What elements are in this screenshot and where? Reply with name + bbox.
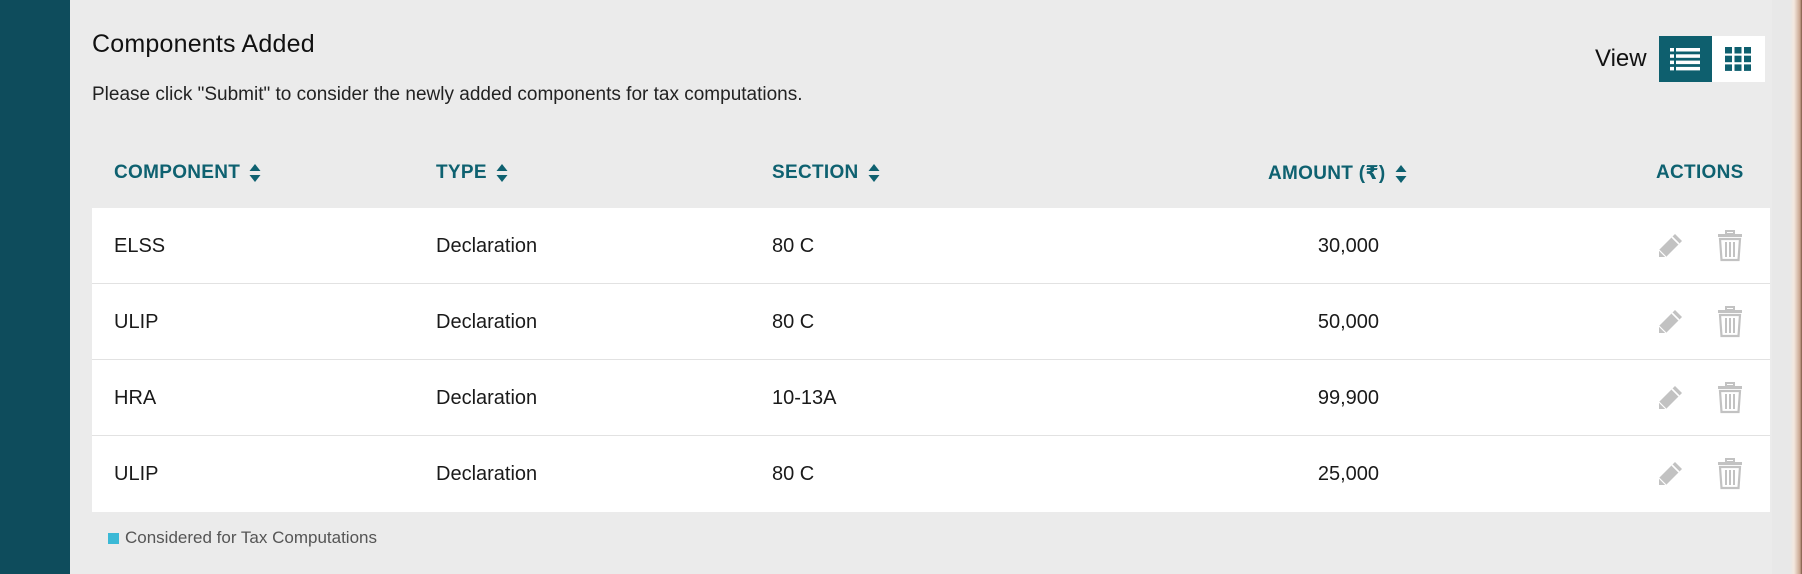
table-row: ELSS Declaration 80 C 30,000 — [92, 208, 1770, 284]
trash-icon — [1718, 458, 1742, 490]
grid-view-button[interactable] — [1711, 36, 1765, 82]
cell-type: Declaration — [436, 387, 538, 409]
trash-icon — [1718, 306, 1742, 338]
sort-icon — [1395, 164, 1407, 183]
cell-type: Declaration — [436, 235, 538, 257]
edit-button[interactable] — [1652, 454, 1688, 494]
cell-amount: 99,900 — [1317, 387, 1379, 409]
cell-amount: 30,000 — [1317, 235, 1379, 257]
table-row: ULIP Declaration 80 C 25,000 — [92, 436, 1770, 512]
cell-component: ELSS — [114, 235, 166, 257]
sort-icon — [868, 164, 880, 182]
column-header-label: ACTIONS — [1656, 162, 1744, 183]
column-header-amount[interactable]: AMOUNT (₹) — [1268, 162, 1407, 185]
column-header-section[interactable]: SECTION — [772, 162, 880, 184]
edit-button[interactable] — [1652, 226, 1688, 266]
column-header-label: COMPONENT — [114, 162, 241, 183]
view-toggle: View — [1595, 36, 1765, 82]
cell-section: 10-13A — [772, 387, 837, 409]
column-header-actions: ACTIONS — [1656, 162, 1744, 184]
column-header-component[interactable]: COMPONENT — [114, 162, 261, 184]
legend: Considered for Tax Computations — [108, 528, 377, 548]
sort-icon — [249, 164, 261, 182]
delete-button[interactable] — [1712, 302, 1748, 342]
table-body: ELSS Declaration 80 C 30,000 ULIP Declar… — [92, 208, 1770, 512]
cell-section: 80 C — [772, 311, 815, 333]
view-label: View — [1595, 45, 1647, 72]
legend-label: Considered for Tax Computations — [125, 528, 377, 547]
pencil-icon — [1658, 462, 1682, 486]
cell-amount: 50,000 — [1317, 311, 1379, 333]
trash-icon — [1718, 230, 1742, 262]
components-panel: Components Added Please click "Submit" t… — [70, 0, 1772, 574]
cell-type: Declaration — [436, 463, 538, 485]
cell-section: 80 C — [772, 235, 815, 257]
cell-section: 80 C — [772, 463, 815, 485]
edit-button[interactable] — [1652, 378, 1688, 418]
edge-strip — [1772, 0, 1802, 574]
table-row: ULIP Declaration 80 C 50,000 — [92, 284, 1770, 360]
cell-amount: 25,000 — [1317, 463, 1379, 485]
pencil-icon — [1658, 310, 1682, 334]
delete-button[interactable] — [1712, 226, 1748, 266]
cell-component: HRA — [114, 387, 157, 409]
trash-icon — [1718, 382, 1742, 414]
list-view-button[interactable] — [1658, 36, 1712, 82]
column-header-label: TYPE — [436, 162, 487, 183]
pencil-icon — [1658, 234, 1682, 258]
cell-type: Declaration — [436, 311, 538, 333]
delete-button[interactable] — [1712, 454, 1748, 494]
edit-button[interactable] — [1652, 302, 1688, 342]
cell-component: ULIP — [114, 463, 159, 485]
delete-button[interactable] — [1712, 378, 1748, 418]
page-subtitle: Please click "Submit" to consider the ne… — [92, 84, 803, 105]
table-header: COMPONENT TYPE SECTION AMOUNT (₹) ACTION… — [92, 150, 1770, 198]
side-strip — [0, 0, 70, 574]
column-header-label: AMOUNT (₹) — [1268, 163, 1386, 184]
cell-component: ULIP — [114, 311, 159, 333]
table-row: HRA Declaration 10-13A 99,900 — [92, 360, 1770, 436]
list-icon — [1670, 48, 1701, 71]
grid-icon — [1725, 47, 1752, 71]
pencil-icon — [1658, 386, 1682, 410]
legend-swatch — [108, 532, 119, 544]
column-header-label: SECTION — [772, 162, 859, 183]
page-title: Components Added — [92, 30, 315, 58]
column-header-type[interactable]: TYPE — [436, 162, 508, 184]
sort-icon — [496, 164, 508, 182]
